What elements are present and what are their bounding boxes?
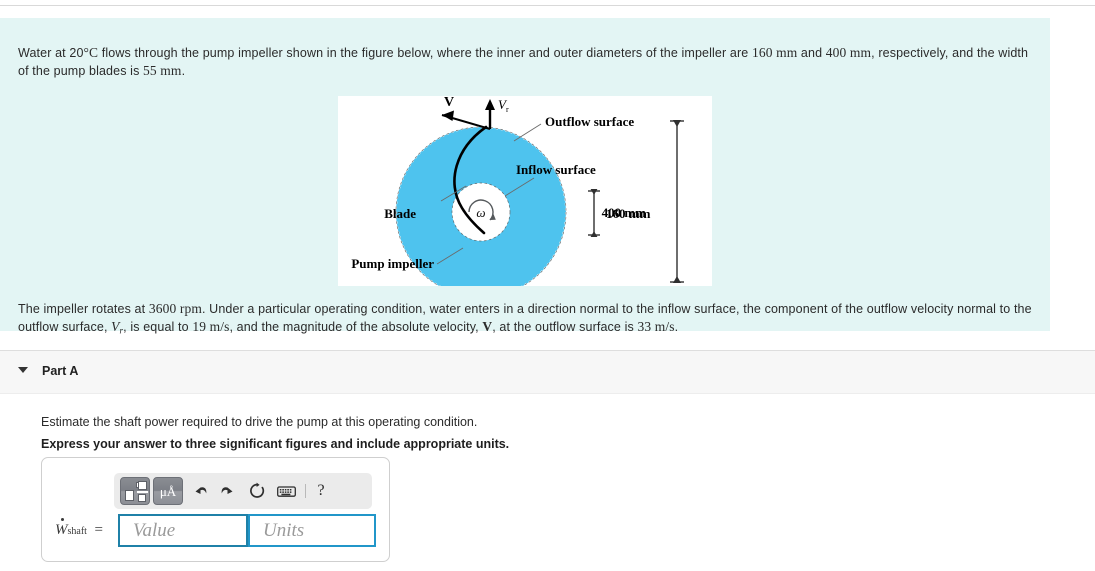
v-vector-arrowhead — [442, 110, 454, 121]
outer-dimension-label: 400 mm — [602, 205, 647, 220]
answer-entry-card: μÅ ? Wshaft = Value Units — [41, 457, 390, 562]
vr-vector-arrowhead — [485, 99, 495, 110]
v-numeric-value: 33 m/s — [637, 319, 675, 334]
redo-icon[interactable] — [215, 478, 241, 504]
outer-diameter-value: 400 mm — [825, 45, 872, 60]
units-input[interactable]: Units — [248, 514, 376, 547]
top-divider — [0, 5, 1095, 6]
outer-dim-arrow-up — [673, 120, 681, 127]
vr-symbol: V — [111, 319, 120, 334]
problem-outro-text: The impeller rotates at 3600 rpm. Under … — [18, 300, 1032, 340]
intro-part-e: . — [181, 64, 186, 78]
outro-part-a: The impeller rotates at — [18, 302, 149, 316]
vr-vector-label: Vr — [498, 97, 509, 114]
value-input[interactable]: Value — [118, 514, 248, 547]
blade-label: Blade — [384, 206, 416, 221]
template-square-bottom-icon — [138, 494, 146, 502]
outro-part-e: , at the outflow surface is — [492, 320, 638, 334]
w-dot-symbol: W — [55, 522, 68, 538]
template-square-large-icon — [125, 490, 134, 501]
keyboard-icon[interactable] — [273, 478, 299, 504]
outflow-surface-label: Outflow surface — [545, 114, 634, 129]
pump-impeller-label: Pump impeller — [351, 256, 434, 271]
outro-part-c: , is equal to — [123, 320, 193, 334]
pump-impeller-figure: ω V Vr Outflow surface Inflow surface Bl… — [338, 96, 712, 286]
chevron-down-icon[interactable] — [18, 367, 28, 373]
template-square-top-icon — [138, 481, 147, 490]
template-picker-button[interactable] — [120, 477, 150, 505]
toolbar-divider — [305, 484, 306, 498]
inflow-surface-label: Inflow surface — [516, 162, 596, 177]
v-symbol: V — [482, 319, 493, 334]
intro-part-a: Water at 20 — [18, 46, 84, 60]
question-prompt: Estimate the shaft power required to dri… — [41, 415, 478, 429]
equals-sign: = — [94, 522, 103, 538]
outro-part-f: . — [674, 320, 679, 334]
outro-part-d: , and the magnitude of the absolute velo… — [229, 320, 483, 334]
inner-diameter-value: 160 mm — [751, 45, 798, 60]
answer-variable-label: Wshaft = — [55, 522, 103, 539]
units-picker-button[interactable]: μÅ — [153, 477, 183, 505]
inner-dim-arrow-up — [590, 189, 598, 195]
inner-dim-arrow-down — [590, 231, 598, 237]
w-subscript: shaft — [67, 526, 87, 537]
problem-statement-panel: Water at 20°C flows through the pump imp… — [0, 18, 1050, 336]
v-vector-label: V — [444, 96, 454, 110]
question-instruction: Express your answer to three significant… — [41, 437, 510, 451]
template-fraction-bar-icon — [137, 491, 148, 493]
vr-numeric-value: 19 m/s — [192, 319, 230, 334]
part-title: Part A — [42, 364, 79, 378]
part-a-header[interactable]: Part A — [0, 350, 1095, 394]
intro-part-c: and — [797, 46, 826, 60]
outflow-leader-line — [513, 123, 542, 142]
outer-dim-arrow-down — [673, 276, 681, 283]
help-icon[interactable]: ? — [312, 478, 330, 504]
undo-icon[interactable] — [186, 478, 212, 504]
math-toolbar: μÅ ? — [114, 473, 372, 509]
problem-intro-text: Water at 20°C flows through the pump imp… — [18, 44, 1032, 80]
intro-part-b: flows through the pump impeller shown in… — [98, 46, 752, 60]
blade-width-value: 55 mm — [143, 63, 182, 78]
omega-label: ω — [476, 205, 485, 220]
reset-icon[interactable] — [244, 478, 270, 504]
rpm-value: 3600 rpm — [148, 301, 202, 316]
degree-celsius: °C — [83, 45, 99, 60]
